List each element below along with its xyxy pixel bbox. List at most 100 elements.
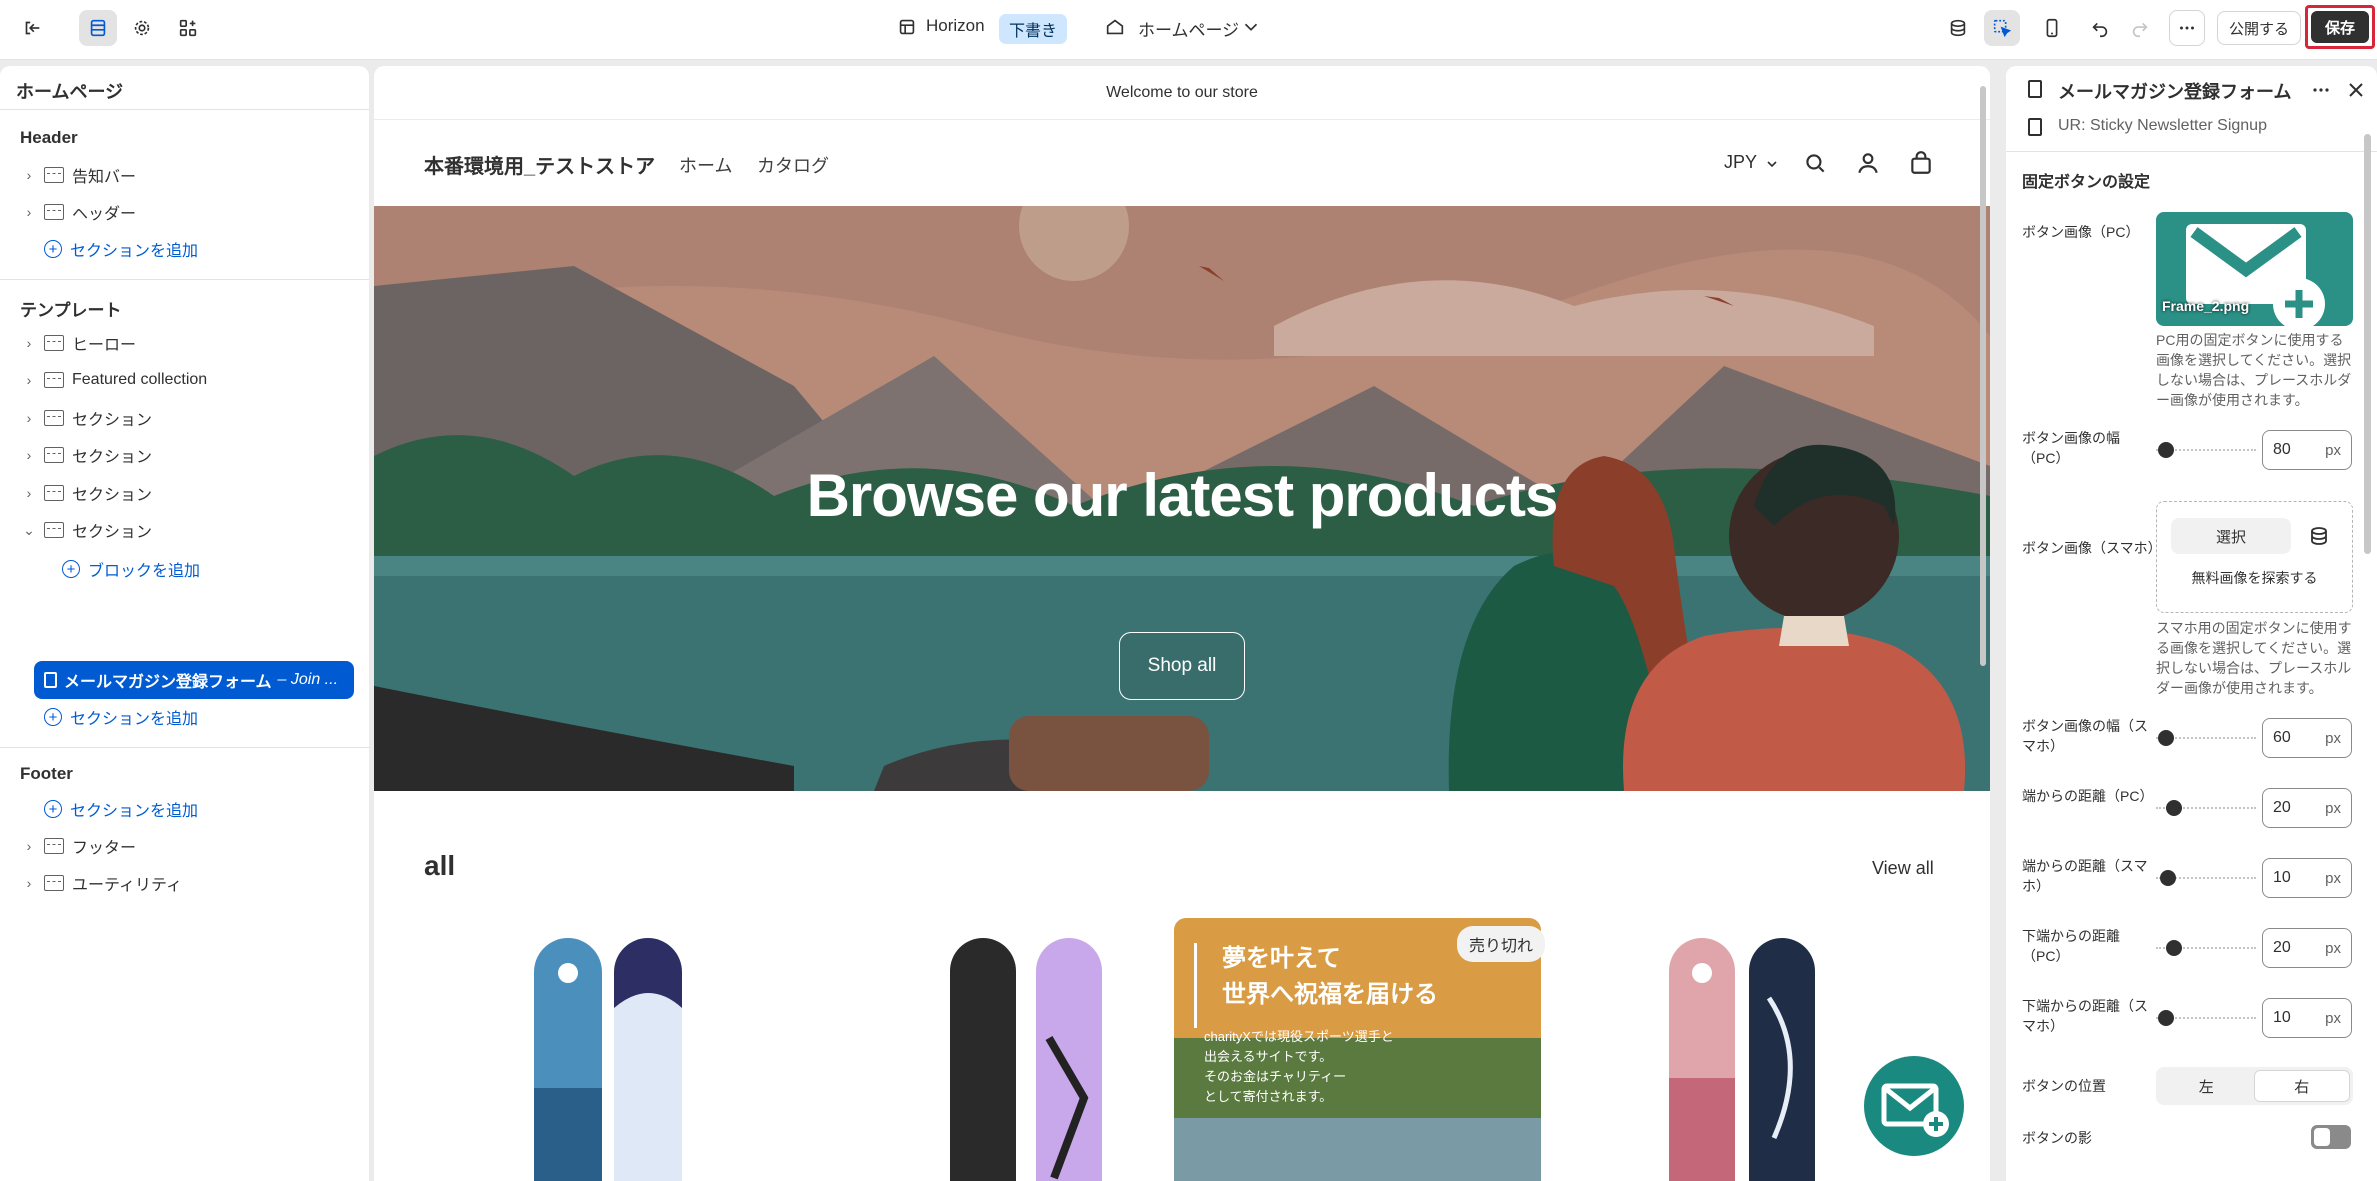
chevron-right-icon[interactable]: › [20, 447, 38, 463]
edge-pc-input[interactable]: 20 px [2262, 788, 2352, 828]
section-icon [44, 204, 64, 220]
position-left-option[interactable]: 左 [2159, 1070, 2254, 1102]
position-right-option[interactable]: 右 [2253, 1070, 2350, 1102]
sticky-newsletter-button[interactable] [1864, 1056, 1964, 1156]
redo-icon[interactable] [2122, 10, 2158, 46]
database-icon[interactable] [1940, 10, 1976, 46]
nav-link-home[interactable]: ホーム [679, 152, 732, 178]
close-icon[interactable] [2344, 78, 2368, 102]
settings-gear-icon[interactable] [124, 10, 160, 46]
slider-knob[interactable] [2158, 442, 2174, 458]
cart-icon[interactable] [1908, 150, 1934, 176]
product-image-snowboard[interactable] [844, 918, 1214, 1181]
position-segmented-control[interactable]: 左 右 [2156, 1067, 2353, 1105]
store-logo-text[interactable]: 本番環境用_テストストア [424, 150, 655, 179]
explore-free-images-link[interactable]: 無料画像を探索する [2157, 568, 2352, 588]
chevron-right-icon[interactable]: › [20, 167, 38, 183]
home-icon[interactable] [1101, 12, 1129, 42]
bottom-sp-input[interactable]: 10 px [2262, 998, 2352, 1038]
edge-sp-input[interactable]: 10 px [2262, 858, 2352, 898]
view-all-link[interactable]: View all [1872, 858, 1934, 879]
section-icon [44, 335, 64, 351]
chevron-right-icon[interactable]: › [20, 838, 38, 854]
width-pc-input[interactable]: 80 px [2262, 430, 2352, 470]
sections-icon[interactable] [79, 10, 117, 46]
add-section-footer[interactable]: + セクションを追加 [44, 794, 198, 824]
input-value: 10 [2273, 1009, 2291, 1026]
image-pc-picker[interactable]: Frame_2.png [2156, 212, 2353, 326]
preview-scrollbar[interactable] [1980, 86, 1986, 666]
section-item-footer[interactable]: › フッター [20, 831, 136, 861]
divider [0, 109, 369, 110]
add-section-header[interactable]: + セクションを追加 [44, 234, 198, 264]
undo-icon[interactable] [2082, 10, 2118, 46]
database-icon[interactable] [2307, 524, 2331, 548]
mobile-preview-icon[interactable] [2034, 10, 2070, 46]
selected-block-newsletter[interactable]: メールマガジン登録フォーム – Join ... [34, 661, 354, 699]
footer-group-title: Footer [20, 764, 73, 783]
bottom-sp-slider[interactable] [2156, 1010, 2256, 1026]
chevron-right-icon[interactable]: › [20, 372, 38, 388]
section-icon [44, 167, 64, 183]
add-block-button[interactable]: + ブロックを追加 [62, 554, 200, 584]
section-item-announcement[interactable]: › 告知バー [20, 160, 136, 190]
edge-sp-slider[interactable] [2156, 870, 2256, 886]
chevron-right-icon[interactable]: › [20, 485, 38, 501]
slider-knob[interactable] [2158, 1010, 2174, 1026]
section-item-hero[interactable]: › ヒーロー [20, 328, 136, 358]
section-item-utility[interactable]: › ユーティリティ [20, 868, 182, 898]
bottom-pc-slider[interactable] [2156, 940, 2256, 956]
currency-selector[interactable]: JPY [1724, 152, 1757, 173]
section-label: セクション [72, 412, 153, 429]
chevron-right-icon[interactable]: › [20, 335, 38, 351]
shadow-toggle[interactable] [2311, 1125, 2351, 1149]
template-group-title: テンプレート [20, 301, 122, 320]
chevron-right-icon[interactable]: › [20, 204, 38, 220]
publish-button[interactable]: 公開する [2217, 11, 2301, 45]
section-item[interactable]: › セクション [20, 403, 152, 433]
width-sp-input[interactable]: 60 px [2262, 718, 2352, 758]
input-value: 10 [2273, 869, 2291, 886]
apps-icon[interactable] [170, 10, 206, 46]
save-button[interactable]: 保存 [2311, 11, 2369, 43]
section-item-featured-collection[interactable]: › Featured collection [20, 365, 207, 395]
slider-knob[interactable] [2160, 870, 2176, 886]
bottom-pc-input[interactable]: 20 px [2262, 928, 2352, 968]
image-sp-picker[interactable]: 選択 無料画像を探索する [2156, 501, 2353, 613]
chevron-down-icon[interactable] [1240, 14, 1262, 40]
page-selector[interactable]: ホームページ [1138, 16, 1239, 41]
more-options-icon[interactable] [2309, 78, 2333, 102]
edge-pc-label: 端からの距離（PC） [2022, 788, 2154, 804]
theme-icon [893, 12, 921, 42]
chevron-right-icon[interactable]: › [20, 410, 38, 426]
add-section-template[interactable]: + セクションを追加 [44, 702, 198, 732]
width-pc-slider[interactable] [2156, 442, 2256, 458]
slider-knob[interactable] [2158, 730, 2174, 746]
section-item-expanded[interactable]: ⌄ セクション [20, 515, 152, 545]
sold-out-badge: 売り切れ [1457, 926, 1546, 962]
edge-pc-slider[interactable] [2156, 800, 2256, 816]
product-image-snowboard[interactable] [464, 918, 834, 1181]
chevron-right-icon[interactable]: › [20, 875, 38, 891]
search-icon[interactable] [1802, 150, 1828, 176]
section-item[interactable]: › セクション [20, 440, 152, 470]
section-icon [44, 372, 64, 388]
select-image-button[interactable]: 選択 [2171, 518, 2291, 554]
section-item-header[interactable]: › ヘッダー [20, 197, 136, 227]
sidebar-title: ホームページ [16, 82, 124, 102]
exit-icon[interactable] [14, 10, 50, 46]
shop-all-button[interactable]: Shop all [1119, 632, 1245, 700]
more-options-icon[interactable] [2169, 10, 2205, 46]
image-sp-label: ボタン画像（スマホ） [2022, 540, 2162, 556]
section-item[interactable]: › セクション [20, 478, 152, 508]
nav-link-catalog[interactable]: カタログ [757, 152, 829, 178]
settings-scrollbar[interactable] [2364, 134, 2371, 554]
plus-circle-icon: + [44, 240, 62, 258]
chevron-down-icon[interactable] [1764, 156, 1780, 172]
slider-knob[interactable] [2166, 800, 2182, 816]
inspector-icon[interactable] [1984, 10, 2020, 46]
account-icon[interactable] [1855, 150, 1881, 176]
width-sp-slider[interactable] [2156, 730, 2256, 746]
chevron-down-icon[interactable]: ⌄ [20, 522, 38, 539]
slider-knob[interactable] [2166, 940, 2182, 956]
